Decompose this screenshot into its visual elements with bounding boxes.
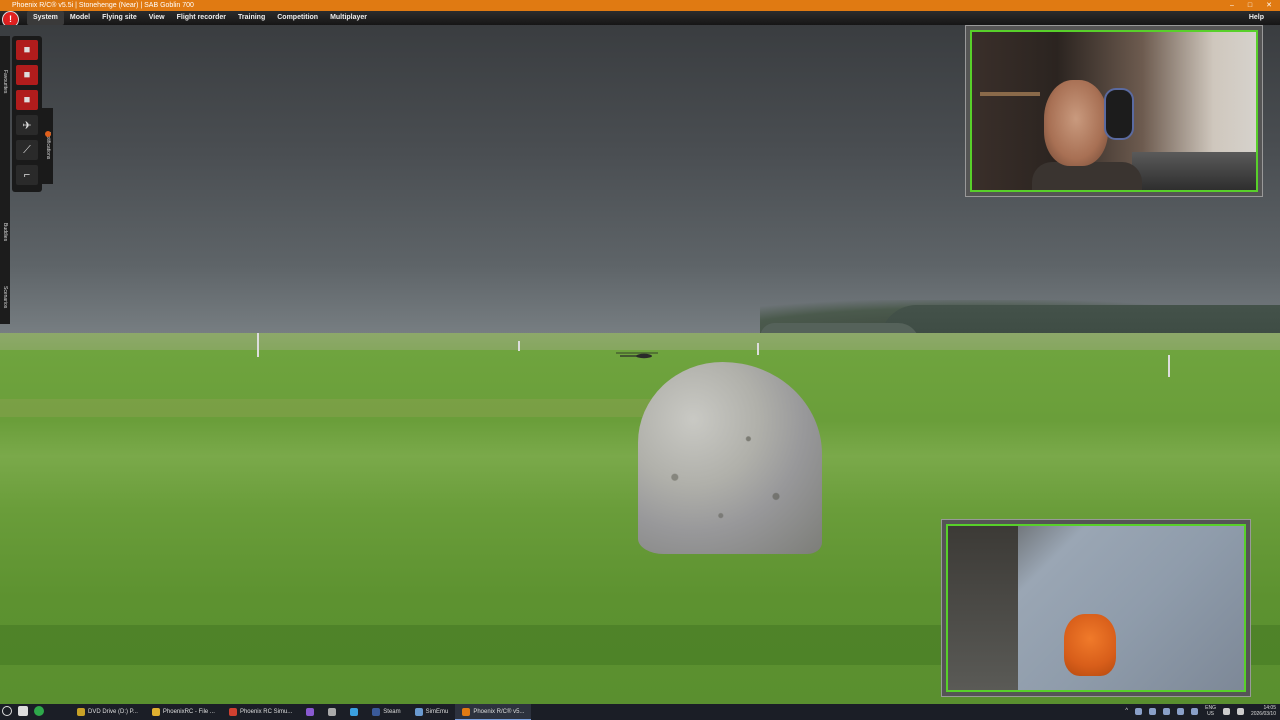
- settings-icon: [328, 708, 337, 716]
- taskbar-item[interactable]: [343, 704, 365, 720]
- menu-flying-site[interactable]: Flying site: [96, 11, 143, 25]
- streamer-face: [1044, 80, 1108, 166]
- tray-app-icon[interactable]: [1149, 707, 1157, 715]
- taskbar-item-label: DVD Drive (D:) P...: [88, 709, 138, 715]
- tab-buddies[interactable]: Buddies: [0, 214, 10, 250]
- airplane-icon[interactable]: ✈: [16, 115, 38, 135]
- menu-model[interactable]: Model: [64, 11, 96, 25]
- menu-bar: ! System Model Flying site View Flight recor…: [0, 11, 1280, 28]
- marker-post: [257, 333, 259, 357]
- tab-favourites[interactable]: Favourites: [0, 62, 10, 102]
- taskbar-item[interactable]: DVD Drive (D:) P...: [70, 704, 145, 720]
- tab-scenarios[interactable]: Scenarios: [0, 274, 10, 320]
- record-icon[interactable]: ■: [16, 40, 38, 60]
- marker-post: [1168, 355, 1170, 377]
- taskbar-item-label: SimEmu: [425, 709, 449, 715]
- menu-view[interactable]: View: [143, 11, 171, 25]
- title-bar: Phoenix R/C® v5.5i | Stonehenge (Near) |…: [0, 0, 1280, 11]
- language-indicator[interactable]: ENG US: [1205, 705, 1216, 717]
- steam-icon: [372, 708, 381, 716]
- maximize-icon[interactable]: □: [1248, 0, 1252, 11]
- replay-icon[interactable]: ■: [16, 90, 38, 110]
- taskbar-item[interactable]: [321, 704, 343, 720]
- headset: [1104, 88, 1134, 140]
- taskbar-item[interactable]: [299, 704, 321, 720]
- taskbar-item-label: PhoenixRC - File ...: [162, 709, 215, 715]
- app-icon: [350, 708, 359, 716]
- taskbar-item-label: Phoenix R/C® v5...: [473, 708, 525, 715]
- stop-icon[interactable]: ■: [16, 65, 38, 85]
- webcam-overlay-streamer: [970, 30, 1258, 192]
- notification-badge: [45, 131, 51, 137]
- clock[interactable]: 14:05 2026/03/10: [1251, 705, 1276, 717]
- menu-multiplayer[interactable]: Multiplayer: [324, 11, 373, 25]
- phoenix-icon: [462, 707, 471, 716]
- chevron-up-icon[interactable]: ^: [1125, 708, 1128, 714]
- field-band: [0, 399, 700, 417]
- marker-post: [757, 343, 759, 355]
- tray-app-icon[interactable]: [1191, 707, 1199, 715]
- tray-app-icon[interactable]: [1177, 707, 1185, 715]
- taskbar-items: DVD Drive (D:) P... PhoenixRC - File ... P…: [70, 704, 532, 720]
- visual-studio-icon: [306, 708, 315, 716]
- taskbar: DVD Drive (D:) P... PhoenixRC - File ... P…: [0, 704, 1280, 720]
- folder-icon: [151, 708, 160, 716]
- tray-app-icon[interactable]: [1135, 707, 1143, 715]
- close-icon[interactable]: ✕: [1266, 0, 1272, 11]
- window-title: Phoenix R/C® v5.5i | Stonehenge (Near) |…: [12, 2, 194, 9]
- menu-competition[interactable]: Competition: [271, 11, 324, 25]
- menu-training[interactable]: Training: [232, 11, 271, 25]
- quick-tools-panel: ■ ■ ■ ✈ ⟋ ⌐: [12, 36, 42, 192]
- left-side-strip: Favourites Buddies Scenarios: [0, 36, 10, 324]
- wrench-icon[interactable]: ⟋: [16, 140, 38, 160]
- menu-system[interactable]: System: [27, 11, 64, 25]
- start-icon[interactable]: [2, 706, 12, 716]
- helicopter-model: [616, 352, 658, 359]
- menu-flight-recorder[interactable]: Flight recorder: [171, 11, 232, 25]
- taskbar-item[interactable]: SimEmu: [408, 704, 456, 720]
- task-view-icon[interactable]: [18, 706, 28, 716]
- taskbar-item[interactable]: Steam: [365, 704, 407, 720]
- disc-icon: [77, 708, 85, 716]
- speaker-icon[interactable]: [1236, 707, 1244, 715]
- taskbar-item-label: Steam: [383, 709, 401, 715]
- menu-help[interactable]: Help: [1249, 11, 1264, 25]
- tray-app-icon[interactable]: [1163, 707, 1171, 715]
- minimize-icon[interactable]: –: [1230, 0, 1234, 11]
- webcam-overlay-secondary: [946, 524, 1246, 692]
- taskbar-item-label: Phoenix RC Simu...: [239, 709, 293, 715]
- tab-notifications[interactable]: Notifications: [42, 108, 53, 184]
- taskbar-item[interactable]: Phoenix RC Simu...: [222, 704, 299, 720]
- chrome-icon[interactable]: [34, 706, 44, 716]
- browser-icon: [228, 708, 237, 716]
- standing-stone: [638, 362, 822, 554]
- pistol-icon[interactable]: ⌐: [16, 165, 38, 185]
- system-tray: ^ ENG US 14:05 2026/03/10: [1125, 705, 1276, 717]
- taskbar-item[interactable]: Phoenix R/C® v5...: [455, 704, 532, 720]
- taskbar-item[interactable]: PhoenixRC - File ...: [145, 704, 222, 720]
- simemu-icon: [414, 708, 423, 716]
- network-icon[interactable]: [1222, 707, 1230, 715]
- menu-items: System Model Flying site View Flight recorde…: [27, 11, 373, 25]
- marker-post: [518, 341, 520, 351]
- plush-toy: [1064, 614, 1116, 676]
